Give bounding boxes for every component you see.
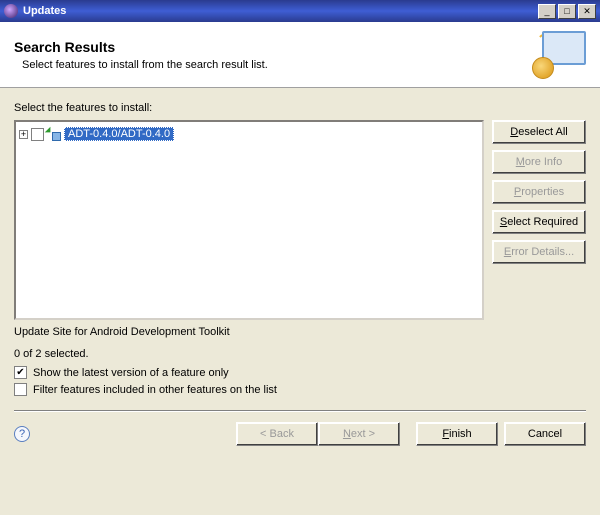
banner-image [532,31,586,79]
selection-count: 0 of 2 selected. [14,348,586,360]
filter-included-option[interactable]: Filter features included in other featur… [14,383,586,396]
help-icon[interactable]: ? [14,426,30,442]
features-tree[interactable]: + ADT-0.4.0/ADT-0.4.0 [14,120,484,320]
show-latest-label: Show the latest version of a feature onl… [33,367,229,379]
eclipse-icon [4,4,18,18]
window-controls: _ □ ✕ [538,4,596,19]
close-button[interactable]: ✕ [578,4,596,19]
next-button: Next > [318,422,400,446]
maximize-button[interactable]: □ [558,4,576,19]
separator [14,410,586,412]
deselect-all-button[interactable]: Deselect All [492,120,586,144]
more-info-button: More Info [492,150,586,174]
wizard-banner: Search Results Select features to instal… [0,22,600,88]
error-details-button: Error Details... [492,240,586,264]
feature-label[interactable]: ADT-0.4.0/ADT-0.4.0 [64,127,174,141]
status-line: Update Site for Android Development Tool… [14,326,586,338]
side-button-panel: Deselect All More Info Properties Select… [492,120,586,264]
select-required-button[interactable]: Select Required [492,210,586,234]
wizard-footer: ? < Back Next > Finish Cancel [0,422,600,460]
expand-icon[interactable]: + [19,130,28,139]
instruction-label: Select the features to install: [14,102,586,114]
banner-subtext: Select features to install from the sear… [14,59,268,71]
banner-heading: Search Results [14,39,268,55]
back-button: < Back [236,422,318,446]
cancel-button[interactable]: Cancel [504,422,586,446]
show-latest-option[interactable]: ✔ Show the latest version of a feature o… [14,366,586,379]
tree-item[interactable]: + ADT-0.4.0/ADT-0.4.0 [19,125,479,143]
feature-icon [47,127,61,141]
show-latest-checkbox[interactable]: ✔ [14,366,27,379]
filter-included-checkbox[interactable] [14,383,27,396]
feature-checkbox[interactable] [31,128,44,141]
finish-button[interactable]: Finish [416,422,498,446]
window-title: Updates [23,5,538,17]
minimize-button[interactable]: _ [538,4,556,19]
content-area: Select the features to install: + ADT-0.… [0,88,600,412]
properties-button: Properties [492,180,586,204]
filter-included-label: Filter features included in other featur… [33,384,277,396]
title-bar: Updates _ □ ✕ [0,0,600,22]
